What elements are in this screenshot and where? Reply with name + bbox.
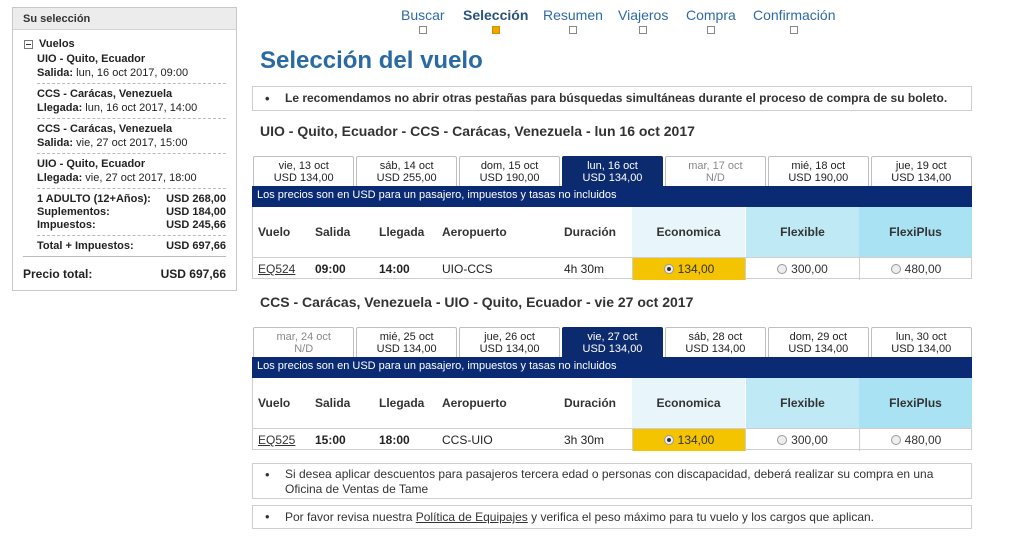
col-economica: Economica xyxy=(632,378,745,428)
bullet-icon: • xyxy=(265,467,270,482)
col-llegada: Llegada xyxy=(379,396,425,410)
inbound-flights-table: Vuelo Salida Llegada Aeropuerto Duración… xyxy=(252,378,972,451)
arrival-time: 18:00 xyxy=(379,433,410,447)
outbound-flights-table: Vuelo Salida Llegada Aeropuerto Duración… xyxy=(252,207,972,280)
step-marker-icon xyxy=(568,26,577,34)
departure-time: 09:00 xyxy=(315,262,346,276)
summary-segment: CCS - Carácas, Venezuela Llegada: lun, 1… xyxy=(37,88,198,114)
cost-row-supplements: Suplementos: USD 184,00 xyxy=(37,206,226,218)
col-aeropuerto: Aeropuerto xyxy=(442,225,507,239)
flight-number-link[interactable]: EQ524 xyxy=(258,262,295,276)
notice-baggage: • Por favor revisa nuestra Política de E… xyxy=(252,505,972,529)
col-llegada: Llegada xyxy=(379,225,425,239)
baggage-policy-link[interactable]: Política de Equipajes xyxy=(416,510,528,524)
step-confirmacion[interactable]: Confirmación xyxy=(753,7,835,34)
step-buscar[interactable]: Buscar xyxy=(401,7,445,34)
outbound-date-tabs: vie, 13 oct USD 134,00 sáb, 14 oct USD 255… xyxy=(253,156,972,186)
step-marker-icon xyxy=(706,26,715,34)
col-duracion: Duración xyxy=(564,396,617,410)
date-tab[interactable]: lun, 30 oct USD 134,00 xyxy=(870,327,972,357)
col-salida: Salida xyxy=(315,225,351,239)
date-tab[interactable]: jue, 26 oct USD 134,00 xyxy=(458,327,561,357)
fare-flexiplus-option[interactable]: 480,00 xyxy=(859,258,972,280)
col-vuelo: Vuelo xyxy=(258,396,291,410)
date-tab-selected[interactable]: vie, 27 oct USD 134,00 xyxy=(561,327,664,357)
step-viajeros[interactable]: Viajeros xyxy=(618,7,668,34)
col-flexible: Flexible xyxy=(746,378,859,428)
date-tab[interactable]: dom, 15 oct USD 190,00 xyxy=(458,156,561,186)
inbound-date-tabs: mar, 24 oct N/D mié, 25 oct USD 134,00 jue… xyxy=(253,327,972,357)
flight-number-link[interactable]: EQ525 xyxy=(258,433,295,447)
airport-route: CCS-UIO xyxy=(442,433,493,447)
date-tab[interactable]: vie, 13 oct USD 134,00 xyxy=(253,156,355,186)
step-marker-icon xyxy=(491,26,500,34)
flights-toggle[interactable]: Vuelos xyxy=(23,38,226,50)
col-salida: Salida xyxy=(315,396,351,410)
date-tab-unavailable: mar, 24 oct N/D xyxy=(253,327,355,357)
fare-flexible-option[interactable]: 300,00 xyxy=(745,258,859,280)
step-marker-icon xyxy=(790,26,799,34)
col-economica: Economica xyxy=(632,207,745,257)
arrival-time: 14:00 xyxy=(379,262,410,276)
fare-economica-option[interactable]: 134,00 xyxy=(632,429,745,451)
table-row: EQ524 09:00 14:00 UIO-CCS 4h 30m 134,00 … xyxy=(253,257,972,280)
col-flexiplus: FlexiPlus xyxy=(859,378,972,428)
step-compra[interactable]: Compra xyxy=(686,7,736,34)
col-flexible: Flexible xyxy=(746,207,859,257)
page-title: Selección del vuelo xyxy=(260,47,483,74)
date-tab[interactable]: mié, 18 oct USD 190,00 xyxy=(767,156,870,186)
bullet-icon: • xyxy=(265,509,270,524)
col-aeropuerto: Aeropuerto xyxy=(442,396,507,410)
date-tab[interactable]: jue, 19 oct USD 134,00 xyxy=(870,156,972,186)
summary-segment: CCS - Carácas, Venezuela Salida: vie, 27… xyxy=(37,123,188,149)
date-tab[interactable]: sáb, 28 oct USD 134,00 xyxy=(664,327,767,357)
collapse-icon[interactable] xyxy=(24,39,33,49)
radio-selected-icon[interactable] xyxy=(663,435,674,445)
col-duracion: Duración xyxy=(564,225,617,239)
departure-time: 15:00 xyxy=(315,433,346,447)
flights-toggle-label: Vuelos xyxy=(39,38,75,50)
fare-flexible-option[interactable]: 300,00 xyxy=(745,429,859,451)
fare-economica-option[interactable]: 134,00 xyxy=(632,258,745,280)
radio-icon[interactable] xyxy=(777,435,788,445)
cost-row-taxes: Impuestos: USD 245,66 xyxy=(37,219,226,231)
cost-row-adult: 1 ADULTO (12+Años): USD 268,00 xyxy=(37,193,226,205)
notice-discounts: • Si desea aplicar descuentos para pasaj… xyxy=(252,463,972,499)
date-tab[interactable]: dom, 29 oct USD 134,00 xyxy=(767,327,870,357)
step-marker-icon xyxy=(639,26,648,34)
col-vuelo: Vuelo xyxy=(258,225,291,239)
cost-row-total: Total + Impuestos: USD 697,66 xyxy=(37,240,226,252)
total-price: Precio total: USD 697,66 xyxy=(23,267,226,281)
date-tab-selected[interactable]: lun, 16 oct USD 134,00 xyxy=(561,156,664,186)
radio-selected-icon[interactable] xyxy=(663,264,674,274)
inbound-route-title: CCS - Carácas, Venezuela - UIO - Quito, … xyxy=(260,294,694,310)
bullet-icon: • xyxy=(265,91,270,106)
date-tab-unavailable: mar, 17 oct N/D xyxy=(664,156,767,186)
fare-flexiplus-option[interactable]: 480,00 xyxy=(859,429,972,451)
summary-segment: UIO - Quito, Ecuador Salida: lun, 16 oct… xyxy=(37,53,189,79)
airport-route: UIO-CCS xyxy=(442,262,493,276)
step-marker-icon xyxy=(418,26,427,34)
flight-duration: 4h 30m xyxy=(564,262,605,276)
notice-tabs: • Le recomendamos no abrir otras pestaña… xyxy=(252,86,972,111)
summary-segment: UIO - Quito, Ecuador Llegada: vie, 27 oc… xyxy=(37,158,197,184)
price-note-bar: Los precios son en USD para un pasajero,… xyxy=(252,186,972,207)
selection-summary-panel: Su selección Vuelos UIO - Quito, Ecuador… xyxy=(12,7,237,291)
date-tab[interactable]: sáb, 14 oct USD 255,00 xyxy=(355,156,458,186)
flight-duration: 3h 30m xyxy=(564,433,605,447)
radio-icon[interactable] xyxy=(890,435,901,445)
date-tab[interactable]: mié, 25 oct USD 134,00 xyxy=(355,327,458,357)
price-note-bar: Los precios son en USD para un pasajero,… xyxy=(252,357,972,378)
step-resumen[interactable]: Resumen xyxy=(543,7,603,34)
radio-icon[interactable] xyxy=(890,264,901,274)
summary-header: Su selección xyxy=(13,8,236,30)
step-seleccion[interactable]: Selección xyxy=(463,7,528,34)
radio-icon[interactable] xyxy=(777,264,788,274)
table-row: EQ525 15:00 18:00 CCS-UIO 3h 30m 134,00 … xyxy=(253,428,972,451)
col-flexiplus: FlexiPlus xyxy=(859,207,972,257)
outbound-route-title: UIO - Quito, Ecuador - CCS - Carácas, Ve… xyxy=(260,123,695,139)
